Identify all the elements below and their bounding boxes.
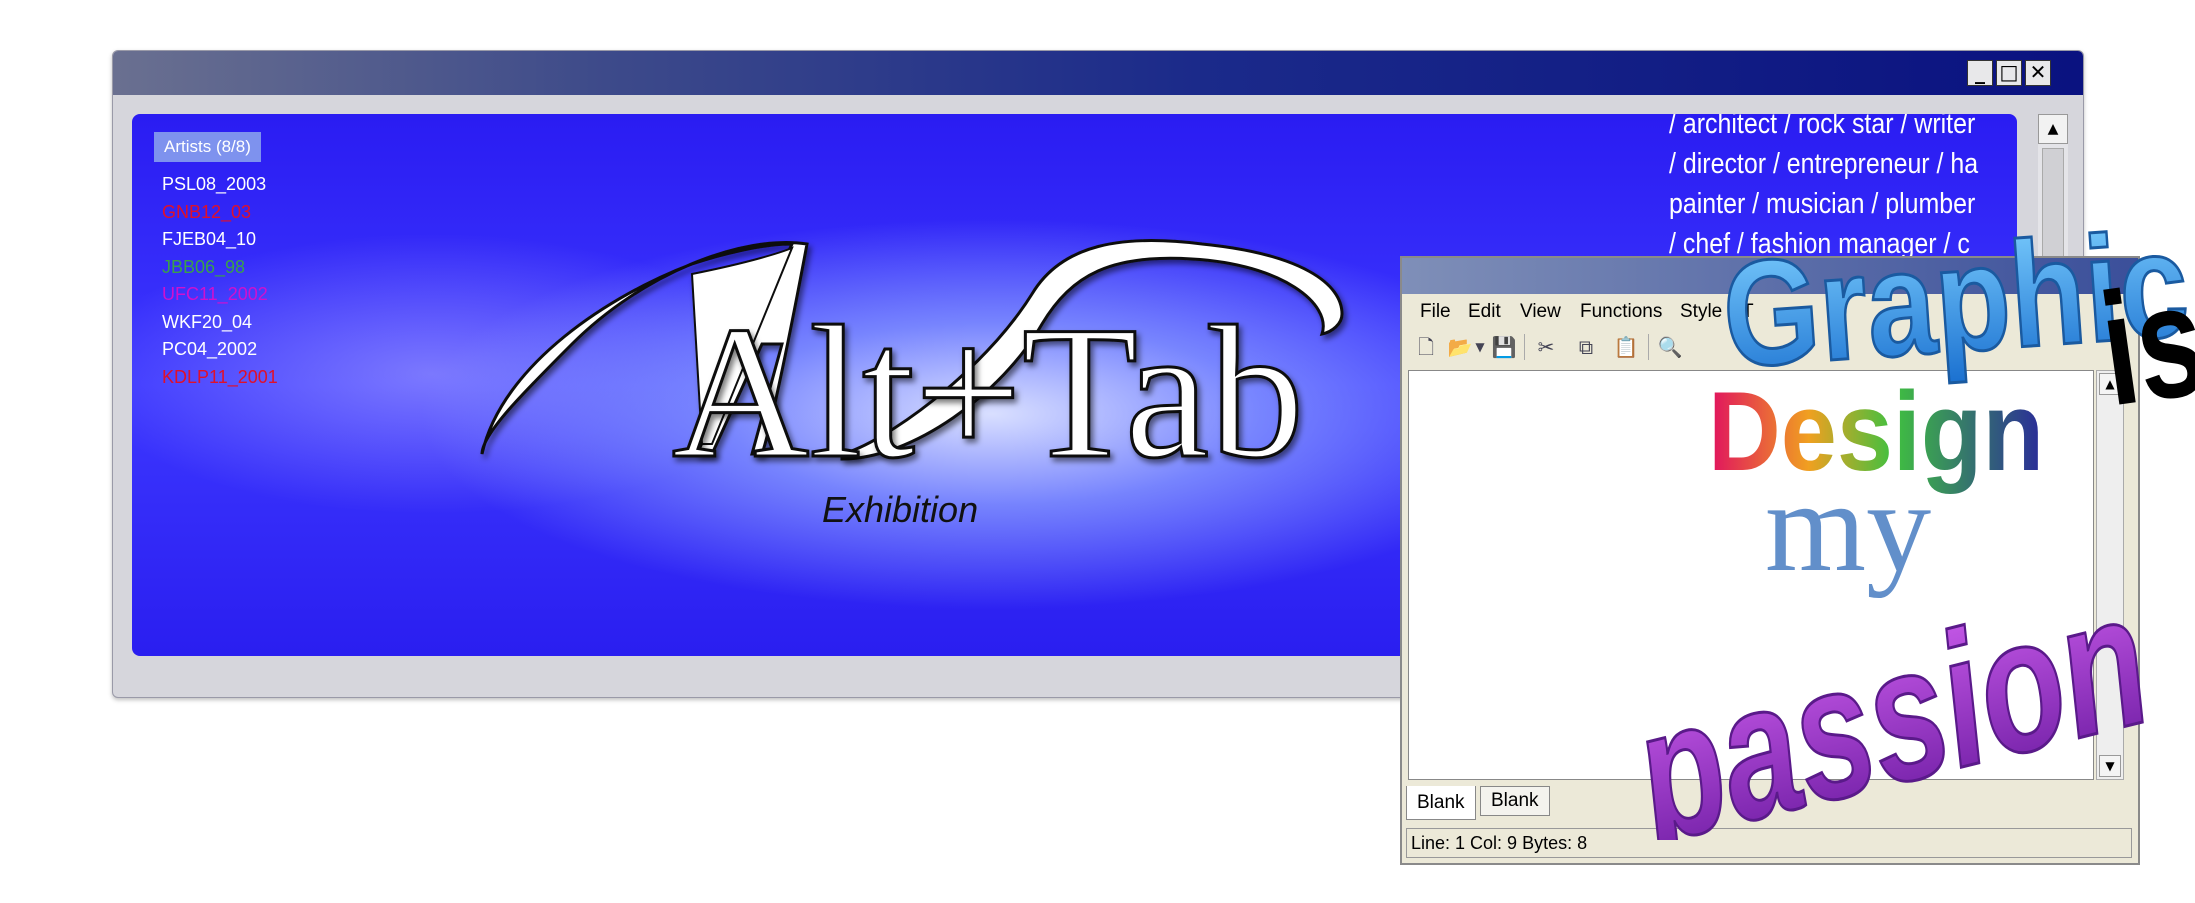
save-icon[interactable]: 💾 <box>1490 333 1518 361</box>
editor-scrollbar[interactable]: ▲ ▼ <box>2096 370 2124 780</box>
paste-icon[interactable]: 📋 <box>1612 333 1640 361</box>
open-folder-icon[interactable]: 📂 <box>1446 333 1474 361</box>
editor-menu-bar: File Edit View Functions Style T <box>1402 294 2138 328</box>
roles-text: / architect / rock star / writer / direct… <box>1669 114 2014 274</box>
editor-text-area[interactable] <box>1408 370 2094 780</box>
minimize-button[interactable]: _ <box>1967 60 1993 86</box>
roles-line: / architect / rock star / writer <box>1669 114 1976 140</box>
scroll-up-icon[interactable]: ▲ <box>2099 373 2121 395</box>
alt-tab-logo: Alt+Tab Exhibition <box>480 239 1344 530</box>
roles-line: painter / musician / plumber <box>1669 188 1976 220</box>
title-bar[interactable]: _ □ ✕ <box>113 51 2083 95</box>
menu-functions[interactable]: Functions <box>1580 301 1662 323</box>
exhibition-label: Exhibition <box>822 489 978 530</box>
editor-toolbar: 🗋 📂 ▼ 💾 ✂ ⧉ 📋 🔍 <box>1402 330 2138 364</box>
menu-style[interactable]: Style <box>1680 301 1722 323</box>
artist-item[interactable]: FJEB04_10 <box>162 226 278 254</box>
scroll-down-icon[interactable]: ▼ <box>2099 755 2121 777</box>
close-icon: ✕ <box>2029 60 2047 84</box>
menu-edit[interactable]: Edit <box>1468 301 1501 323</box>
artist-item[interactable]: GNB12_03 <box>162 199 278 227</box>
artist-item[interactable]: PSL08_2003 <box>162 171 278 199</box>
artists-tab[interactable]: Artists (8/8) <box>154 132 261 162</box>
cut-icon[interactable]: ✂ <box>1532 333 1560 361</box>
artists-list: PSL08_2003 GNB12_03 FJEB04_10 JBB06_98 UFC11… <box>162 171 278 391</box>
menu-view[interactable]: View <box>1520 301 1561 323</box>
maximize-button[interactable]: □ <box>1996 60 2022 86</box>
tab-blank-2[interactable]: Blank <box>1480 786 1550 816</box>
logo-text: Alt+Tab <box>671 287 1306 500</box>
text-editor-window: File Edit View Functions Style T 🗋 📂 ▼ 💾… <box>1400 256 2140 865</box>
menu-file[interactable]: File <box>1420 301 1451 323</box>
svg-text:Alt+Tab: Alt+Tab <box>672 288 1304 498</box>
artist-item[interactable]: PC04_2002 <box>162 336 278 364</box>
close-button[interactable]: ✕ <box>2025 60 2051 86</box>
editor-title-bar[interactable] <box>1402 258 2138 294</box>
artist-item[interactable]: UFC11_2002 <box>162 281 278 309</box>
roles-line: / director / entrepreneur / ha <box>1669 148 1979 180</box>
toolbar-divider <box>1524 334 1525 360</box>
find-icon[interactable]: 🔍 <box>1656 333 1684 361</box>
maximize-icon: □ <box>1999 60 2019 84</box>
menu-t[interactable]: T <box>1742 301 1754 323</box>
copy-icon[interactable]: ⧉ <box>1572 333 1600 361</box>
dropdown-arrow-icon[interactable]: ▼ <box>1472 333 1488 361</box>
new-file-icon[interactable]: 🗋 <box>1412 333 1440 361</box>
toolbar-divider <box>1648 334 1649 360</box>
status-bar: Line: 1 Col: 9 Bytes: 8 <box>1406 828 2132 858</box>
artist-item[interactable]: KDLP11_2001 <box>162 364 278 392</box>
scroll-up-arrow-icon[interactable]: ▲ <box>2038 114 2068 144</box>
artist-item[interactable]: WKF20_04 <box>162 309 278 337</box>
artist-item[interactable]: JBB06_98 <box>162 254 278 282</box>
tab-blank-1[interactable]: Blank <box>1406 786 1476 820</box>
minimize-icon: _ <box>1975 60 1985 84</box>
